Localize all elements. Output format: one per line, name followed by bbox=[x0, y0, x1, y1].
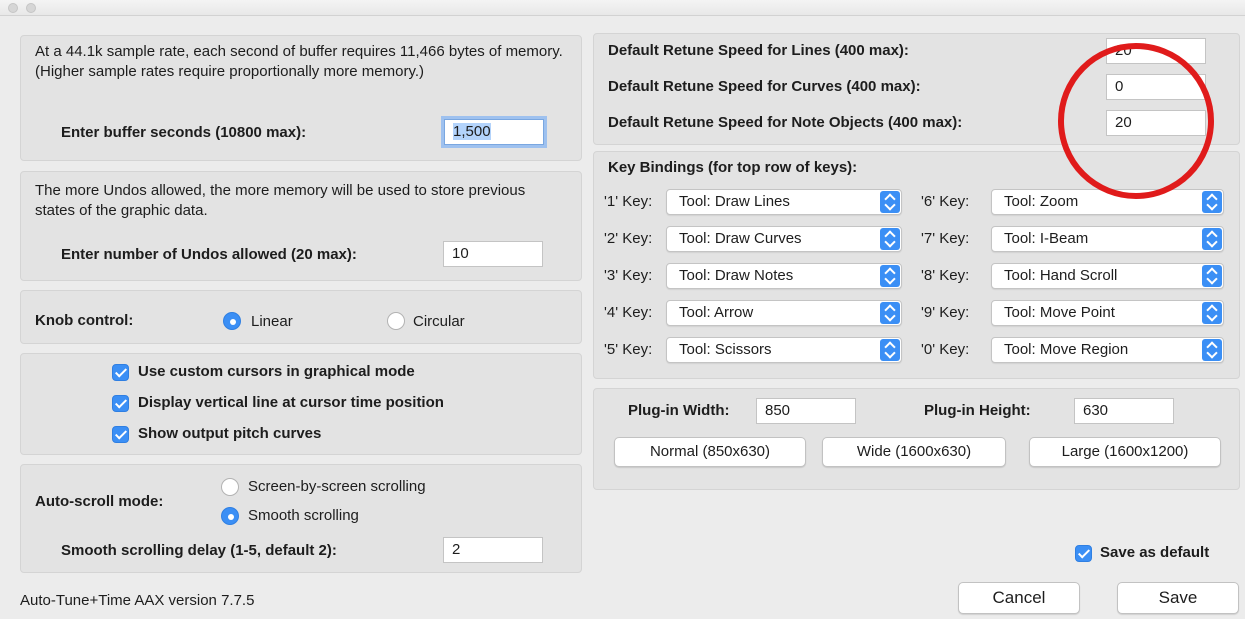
screen-scroll-label[interactable]: Screen-by-screen scrolling bbox=[248, 477, 426, 497]
key-3-label: '3' Key: bbox=[604, 267, 653, 284]
key-5-tool-value: Tool: Scissors bbox=[679, 341, 772, 358]
key-bindings-title: Key Bindings (for top row of keys): bbox=[608, 159, 858, 176]
key-7-label: '7' Key: bbox=[921, 230, 970, 247]
key-6-tool-value: Tool: Zoom bbox=[1004, 193, 1079, 210]
custom-cursors-checkbox[interactable] bbox=[112, 364, 129, 381]
display-options-panel: Use custom cursors in graphical mode Dis… bbox=[20, 353, 582, 455]
smooth-scroll-label[interactable]: Smooth scrolling bbox=[248, 506, 359, 526]
key-7-tool-select[interactable]: Tool: I-Beam bbox=[991, 226, 1224, 252]
retune-curves-label: Default Retune Speed for Curves (400 max… bbox=[608, 78, 921, 95]
vertical-line-checkbox[interactable] bbox=[112, 395, 129, 412]
key-4-label: '4' Key: bbox=[604, 304, 653, 321]
key-1-label: '1' Key: bbox=[604, 193, 653, 210]
select-stepper-icon bbox=[1202, 302, 1222, 324]
save-as-default-checkbox[interactable] bbox=[1075, 545, 1092, 562]
plugin-height-input[interactable]: 630 bbox=[1074, 398, 1174, 424]
key-6-label: '6' Key: bbox=[921, 193, 970, 210]
key-3-tool-select[interactable]: Tool: Draw Notes bbox=[666, 263, 902, 289]
vertical-line-label[interactable]: Display vertical line at cursor time pos… bbox=[138, 393, 444, 413]
minimize-window-icon[interactable] bbox=[26, 3, 36, 13]
knob-control-label: Knob control: bbox=[35, 312, 134, 329]
plugin-size-panel: Plug-in Width: 850 Plug-in Height: 630 N… bbox=[593, 388, 1240, 490]
key-9-label: '9' Key: bbox=[921, 304, 970, 321]
version-label: Auto-Tune+Time AAX version 7.7.5 bbox=[20, 592, 255, 609]
save-button[interactable]: Save bbox=[1117, 582, 1239, 614]
knob-panel: Knob control: Linear Circular bbox=[20, 290, 582, 344]
autoscroll-panel: Auto-scroll mode: Screen-by-screen scrol… bbox=[20, 464, 582, 573]
key-7-tool-value: Tool: I-Beam bbox=[1004, 230, 1089, 247]
select-stepper-icon bbox=[1202, 228, 1222, 250]
knob-linear-label[interactable]: Linear bbox=[251, 312, 293, 332]
select-stepper-icon bbox=[880, 339, 900, 361]
undo-count-label: Enter number of Undos allowed (20 max): bbox=[61, 246, 357, 263]
knob-circular-label[interactable]: Circular bbox=[413, 312, 465, 332]
select-stepper-icon bbox=[880, 228, 900, 250]
key-8-tool-value: Tool: Hand Scroll bbox=[1004, 267, 1118, 284]
screen-scroll-radio[interactable] bbox=[221, 478, 239, 496]
key-8-tool-select[interactable]: Tool: Hand Scroll bbox=[991, 263, 1224, 289]
key-3-tool-value: Tool: Draw Notes bbox=[679, 267, 794, 284]
key-4-tool-value: Tool: Arrow bbox=[679, 304, 754, 321]
select-stepper-icon bbox=[880, 302, 900, 324]
wide-size-button[interactable]: Wide (1600x630) bbox=[822, 437, 1006, 467]
scroll-delay-label: Smooth scrolling delay (1-5, default 2): bbox=[61, 542, 337, 559]
knob-circular-radio[interactable] bbox=[387, 312, 405, 330]
key-0-label: '0' Key: bbox=[921, 341, 970, 358]
autoscroll-label: Auto-scroll mode: bbox=[35, 493, 164, 510]
buffer-seconds-input[interactable]: 1,500 bbox=[444, 119, 544, 145]
normal-size-button[interactable]: Normal (850x630) bbox=[614, 437, 806, 467]
window-titlebar bbox=[0, 0, 1245, 16]
cancel-button[interactable]: Cancel bbox=[958, 582, 1080, 614]
scroll-delay-input[interactable]: 2 bbox=[443, 537, 543, 563]
undo-panel: The more Undos allowed, the more memory … bbox=[20, 171, 582, 281]
select-stepper-icon bbox=[880, 265, 900, 287]
key-2-tool-value: Tool: Draw Curves bbox=[679, 230, 802, 247]
key-1-tool-select[interactable]: Tool: Draw Lines bbox=[666, 189, 902, 215]
key-5-tool-select[interactable]: Tool: Scissors bbox=[666, 337, 902, 363]
key-1-tool-value: Tool: Draw Lines bbox=[679, 193, 790, 210]
plugin-width-input[interactable]: 850 bbox=[756, 398, 856, 424]
annotation-circle bbox=[1058, 43, 1214, 199]
key-2-label: '2' Key: bbox=[604, 230, 653, 247]
plugin-width-label: Plug-in Width: bbox=[628, 402, 730, 419]
key-0-tool-select[interactable]: Tool: Move Region bbox=[991, 337, 1224, 363]
key-0-tool-value: Tool: Move Region bbox=[1004, 341, 1129, 358]
select-stepper-icon bbox=[1202, 339, 1222, 361]
smooth-scroll-radio[interactable] bbox=[221, 507, 239, 525]
key-2-tool-select[interactable]: Tool: Draw Curves bbox=[666, 226, 902, 252]
key-9-tool-value: Tool: Move Point bbox=[1004, 304, 1115, 321]
select-stepper-icon bbox=[1202, 265, 1222, 287]
buffer-seconds-label: Enter buffer seconds (10800 max): bbox=[61, 124, 307, 141]
pitch-curves-checkbox[interactable] bbox=[112, 426, 129, 443]
retune-notes-label: Default Retune Speed for Note Objects (4… bbox=[608, 114, 963, 131]
buffer-panel: At a 44.1k sample rate, each second of b… bbox=[20, 35, 582, 161]
buffer-description: At a 44.1k sample rate, each second of b… bbox=[35, 43, 563, 80]
key-4-tool-select[interactable]: Tool: Arrow bbox=[666, 300, 902, 326]
plugin-height-label: Plug-in Height: bbox=[924, 402, 1031, 419]
key-8-label: '8' Key: bbox=[921, 267, 970, 284]
select-stepper-icon bbox=[880, 191, 900, 213]
pitch-curves-label[interactable]: Show output pitch curves bbox=[138, 424, 321, 444]
key-9-tool-select[interactable]: Tool: Move Point bbox=[991, 300, 1224, 326]
retune-lines-label: Default Retune Speed for Lines (400 max)… bbox=[608, 42, 909, 59]
knob-linear-radio[interactable] bbox=[223, 312, 241, 330]
close-window-icon[interactable] bbox=[8, 3, 18, 13]
save-as-default-label[interactable]: Save as default bbox=[1100, 543, 1209, 563]
undo-description: The more Undos allowed, the more memory … bbox=[35, 182, 526, 219]
large-size-button[interactable]: Large (1600x1200) bbox=[1029, 437, 1221, 467]
custom-cursors-label[interactable]: Use custom cursors in graphical mode bbox=[138, 362, 415, 382]
key-5-label: '5' Key: bbox=[604, 341, 653, 358]
undo-count-input[interactable]: 10 bbox=[443, 241, 543, 267]
select-stepper-icon bbox=[1202, 191, 1222, 213]
